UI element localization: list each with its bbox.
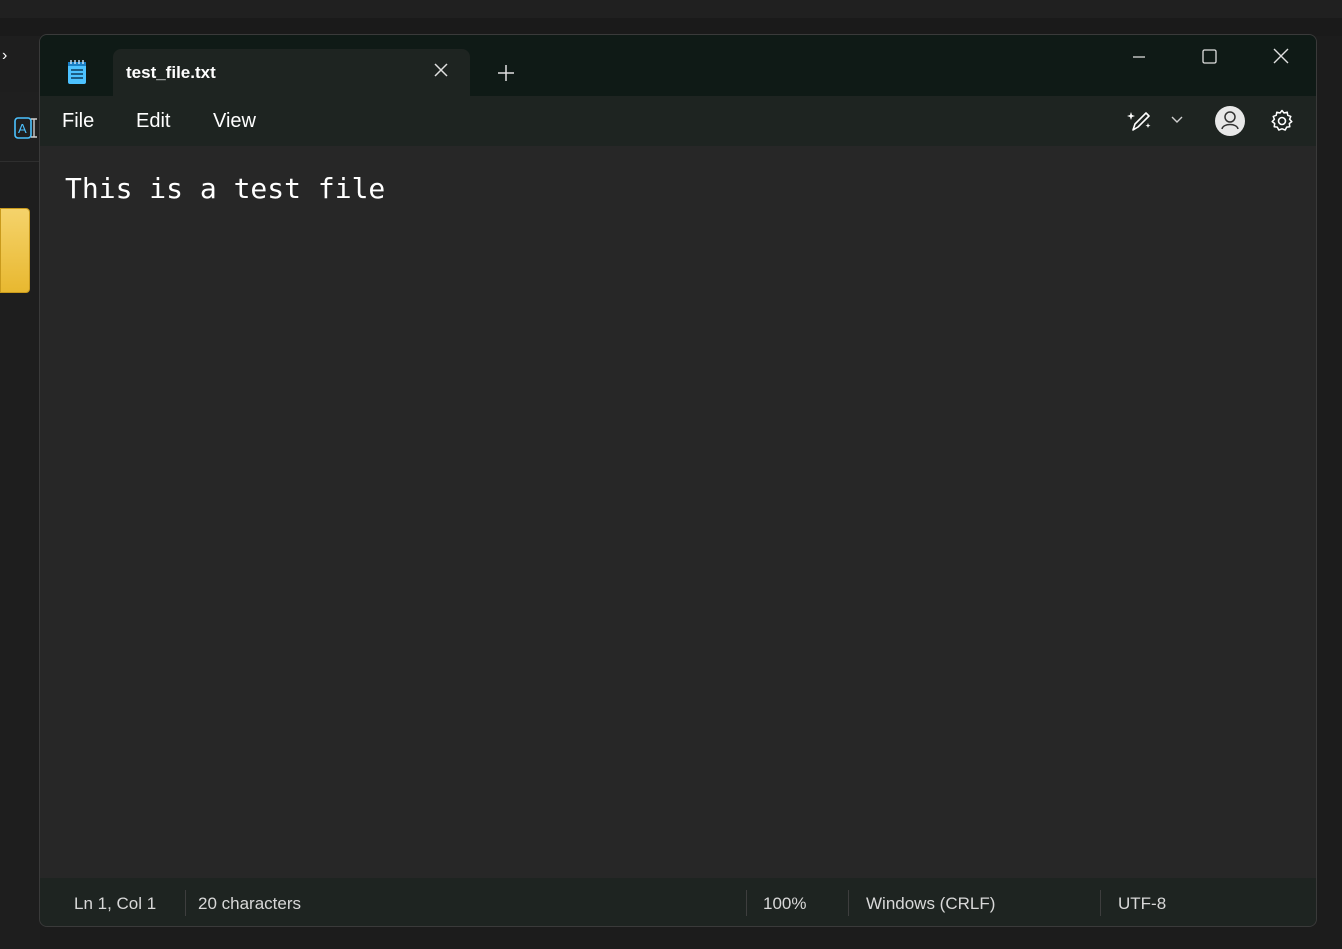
gear-icon[interactable]: [1269, 108, 1295, 134]
menu-view[interactable]: View: [213, 110, 256, 133]
status-line-ending[interactable]: Windows (CRLF): [866, 894, 995, 914]
status-divider: [848, 890, 849, 916]
notepad-icon: [68, 60, 86, 84]
status-character-count: 20 characters: [198, 894, 301, 913]
maximize-icon[interactable]: [1186, 45, 1232, 69]
avatar[interactable]: [1215, 106, 1245, 136]
title-bar[interactable]: test_file.txt: [40, 35, 1316, 96]
status-divider: [746, 890, 747, 916]
status-cursor-position: Ln 1, Col 1: [74, 894, 157, 913]
status-divider: [185, 890, 186, 916]
plus-icon[interactable]: [495, 62, 517, 84]
background-window-titlebar: [0, 0, 1342, 18]
menu-edit[interactable]: Edit: [136, 110, 170, 133]
editor-content[interactable]: This is a test file: [65, 172, 385, 205]
menu-bar: File Edit View: [40, 96, 1316, 146]
avatar-icon: [1221, 111, 1239, 130]
close-icon[interactable]: [1258, 45, 1304, 69]
tab-test-file[interactable]: test_file.txt: [113, 49, 470, 96]
background-window-sidebar: [0, 36, 40, 949]
minimize-icon[interactable]: [1116, 45, 1162, 69]
chevron-down-icon[interactable]: [1169, 112, 1185, 128]
tab-close-icon[interactable]: [432, 61, 450, 79]
folder-icon[interactable]: [0, 208, 30, 293]
status-zoom[interactable]: 100%: [763, 894, 806, 914]
copilot-pen-icon[interactable]: [1126, 108, 1154, 134]
background-chevron-icon[interactable]: ›: [2, 46, 14, 66]
tab-title: test_file.txt: [126, 63, 216, 82]
notepad-window: test_file.txt File Edit View This is a t…: [39, 34, 1317, 927]
menu-file[interactable]: File: [62, 110, 94, 133]
status-encoding[interactable]: UTF-8: [1118, 894, 1166, 914]
text-editor[interactable]: This is a test file: [40, 146, 1316, 878]
status-bar: Ln 1, Col 1 20 characters 100% Windows (…: [40, 878, 1316, 926]
svg-text:A: A: [18, 121, 27, 136]
translate-icon[interactable]: A: [14, 116, 40, 140]
status-divider: [1100, 890, 1101, 916]
